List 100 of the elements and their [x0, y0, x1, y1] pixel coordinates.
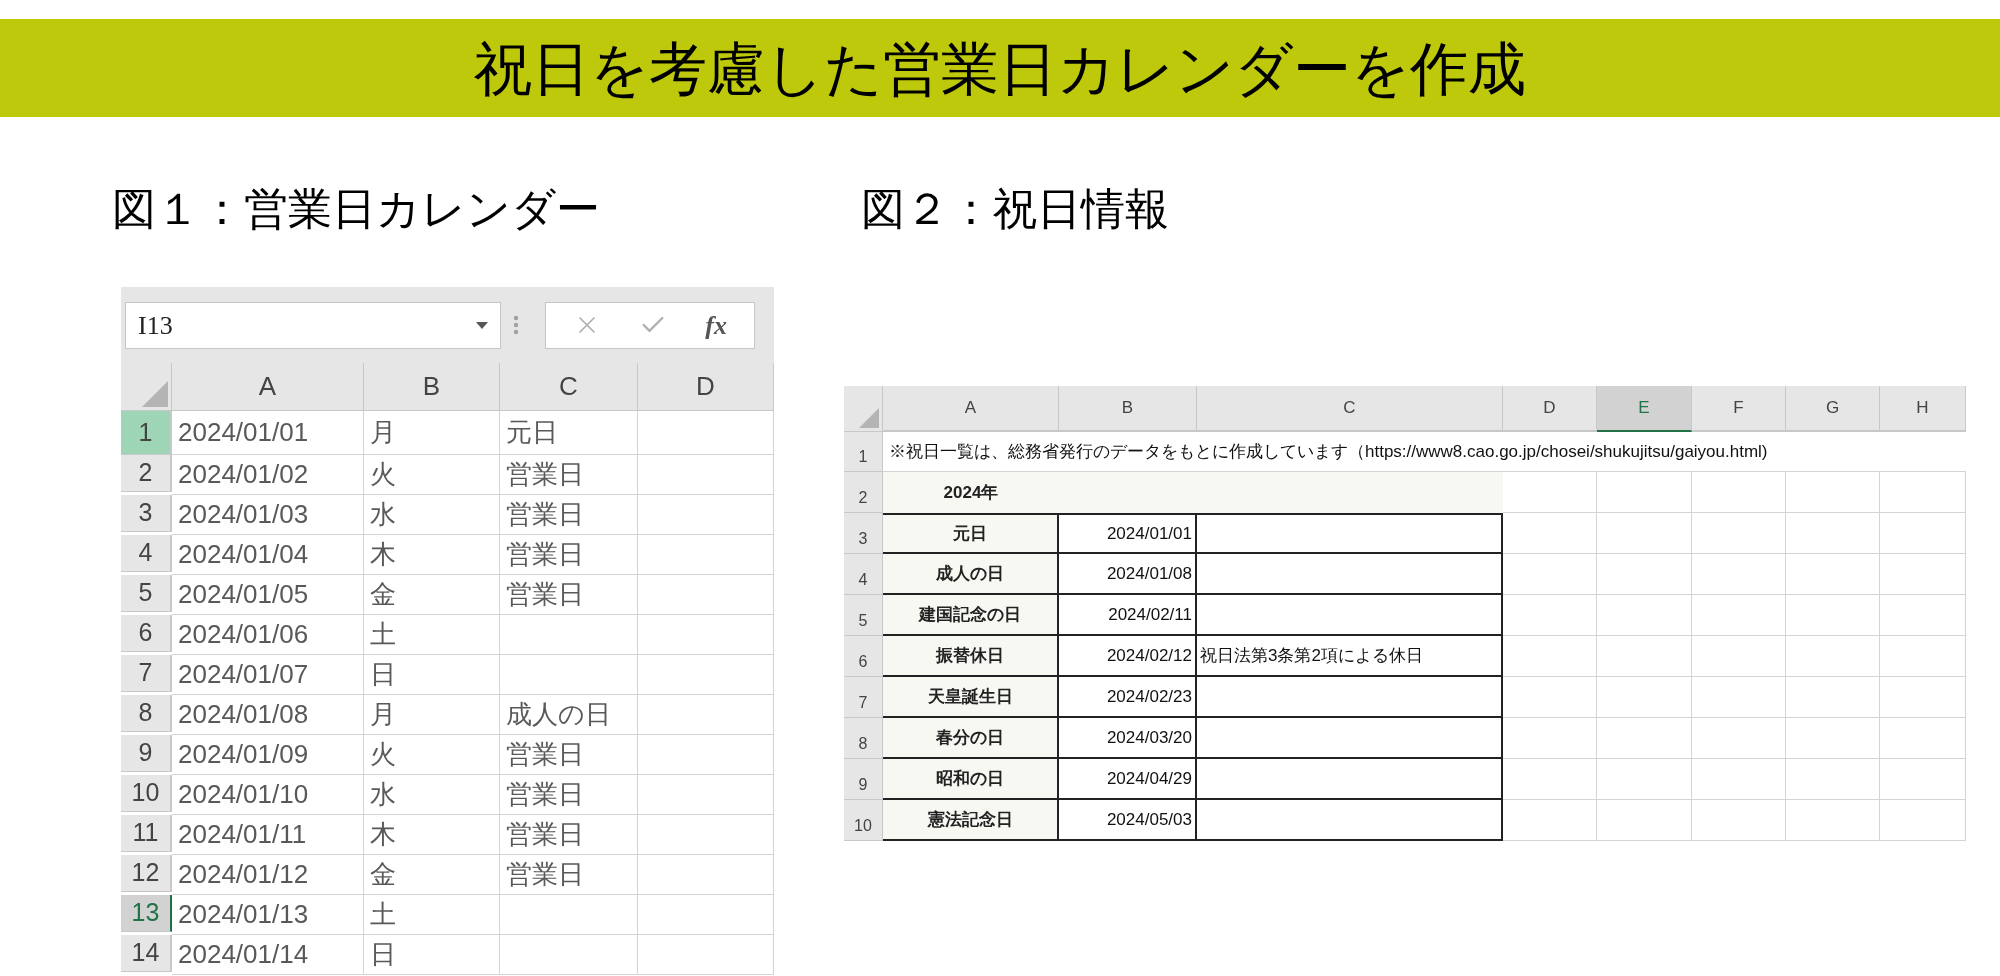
table-cell: 日: [364, 655, 500, 695]
table-cell: 2024/04/29: [1059, 759, 1197, 800]
table-cell: 営業日: [500, 815, 638, 855]
column-header[interactable]: B: [364, 363, 500, 411]
column-header[interactable]: D: [638, 363, 774, 411]
row-header[interactable]: 10: [844, 800, 883, 841]
table-cell: 2024/01/02: [172, 455, 364, 495]
row-header[interactable]: 13: [121, 895, 172, 932]
row-header[interactable]: 5: [844, 595, 883, 636]
table-cell: 2024/01/06: [172, 615, 364, 655]
table-cell: 昭和の日: [883, 759, 1059, 800]
row-header[interactable]: 4: [121, 535, 172, 572]
table-cell: 2024/03/20: [1059, 718, 1197, 759]
table-cell: 2024/01/05: [172, 575, 364, 615]
figure-caption: 図１：営業日カレンダー: [112, 183, 601, 235]
table-cell: 水: [364, 495, 500, 535]
table-cell: 2024年: [883, 472, 1503, 513]
table-cell: 2024/01/12: [172, 855, 364, 895]
table-cell: 2024/01/01: [172, 411, 364, 455]
column-header[interactable]: D: [1503, 386, 1597, 432]
table-cell: 2024/01/08: [1059, 554, 1197, 595]
column-header[interactable]: C: [500, 363, 638, 411]
table-cell: 営業日: [500, 775, 638, 815]
row-header[interactable]: 4: [844, 554, 883, 595]
table-cell: 営業日: [500, 575, 638, 615]
table-cell: 元日: [500, 411, 638, 455]
table-cell: 建国記念の日: [883, 595, 1059, 636]
title-banner: 祝日を考慮した営業日カレンダーを作成: [0, 19, 2000, 117]
table-cell: 火: [364, 455, 500, 495]
column-header[interactable]: A: [172, 363, 364, 411]
table-cell: 日: [364, 935, 500, 975]
column-header[interactable]: F: [1692, 386, 1786, 432]
table-cell: 火: [364, 735, 500, 775]
table-cell: 2024/05/03: [1059, 800, 1197, 841]
row-header[interactable]: 7: [121, 655, 172, 692]
table-cell: 土: [364, 615, 500, 655]
table-cell: 月: [364, 695, 500, 735]
caret-icon: [476, 321, 488, 329]
row-header[interactable]: 7: [844, 677, 883, 718]
row-header[interactable]: 8: [844, 718, 883, 759]
select-all-triangle-icon[interactable]: [859, 408, 879, 428]
column-header[interactable]: E: [1597, 386, 1692, 432]
table-cell: 木: [364, 535, 500, 575]
row-header[interactable]: 6: [844, 636, 883, 677]
table-cell: 2024/01/04: [172, 535, 364, 575]
row-header[interactable]: 12: [121, 855, 172, 892]
row-header[interactable]: 2: [844, 472, 883, 513]
row-header[interactable]: 1: [121, 411, 172, 455]
table-cell: 2024/01/03: [172, 495, 364, 535]
row-header[interactable]: 9: [844, 759, 883, 800]
table-cell: 営業日: [500, 455, 638, 495]
table-cell: 2024/01/10: [172, 775, 364, 815]
table-cell: 土: [364, 895, 500, 935]
table-cell: 営業日: [500, 495, 638, 535]
row-header[interactable]: 14: [121, 935, 172, 972]
row-header[interactable]: 6: [121, 615, 172, 652]
column-header[interactable]: G: [1786, 386, 1880, 432]
row-header[interactable]: 9: [121, 735, 172, 772]
table-cell: 2024/01/14: [172, 935, 364, 975]
column-header[interactable]: H: [1880, 386, 1966, 432]
table-cell: 2024/01/01: [1059, 513, 1197, 554]
table-cell: 2024/01/07: [172, 655, 364, 695]
name-box[interactable]: I13: [125, 301, 501, 349]
table-cell: 2024/01/11: [172, 815, 364, 855]
table-cell: 金: [364, 855, 500, 895]
table-cell: 2024/01/13: [172, 895, 364, 935]
table-cell: 2024/02/11: [1059, 595, 1197, 636]
row-header[interactable]: 11: [121, 815, 172, 852]
table-cell: 木: [364, 815, 500, 855]
column-header[interactable]: A: [883, 386, 1059, 432]
table-cell: 月: [364, 411, 500, 455]
table-cell: 水: [364, 775, 500, 815]
table-cell: 天皇誕生日: [883, 677, 1059, 718]
table-cell: 元日: [883, 513, 1059, 554]
table-cell: 営業日: [500, 535, 638, 575]
table-cell: 金: [364, 575, 500, 615]
table-cell: 2024/02/23: [1059, 677, 1197, 718]
row-header[interactable]: 3: [121, 495, 172, 532]
column-header[interactable]: C: [1197, 386, 1503, 432]
table-cell: 営業日: [500, 855, 638, 895]
insert-function-button[interactable]: fx: [705, 305, 727, 345]
select-all-triangle-icon[interactable]: [142, 381, 168, 407]
table-cell: 祝日法第3条第2項による休日: [1197, 636, 1503, 677]
row-header[interactable]: 8: [121, 695, 172, 732]
table-cell: 振替休日: [883, 636, 1059, 677]
table-cell: 憲法記念日: [883, 800, 1059, 841]
table-cell: 営業日: [500, 735, 638, 775]
row-header[interactable]: 5: [121, 575, 172, 612]
table-cell: 春分の日: [883, 718, 1059, 759]
column-header[interactable]: B: [1059, 386, 1197, 432]
row-header[interactable]: 1: [844, 432, 883, 472]
more-options-icon[interactable]: [513, 315, 519, 335]
row-header[interactable]: 10: [121, 775, 172, 812]
table-cell: 2024/02/12: [1059, 636, 1197, 677]
table-cell: 成人の日: [883, 554, 1059, 595]
table-cell: 2024/01/08: [172, 695, 364, 735]
row-header[interactable]: 2: [121, 455, 172, 492]
row-header[interactable]: 3: [844, 513, 883, 554]
figure-caption: 図２：祝日情報: [861, 183, 1169, 235]
table-cell: 2024/01/09: [172, 735, 364, 775]
